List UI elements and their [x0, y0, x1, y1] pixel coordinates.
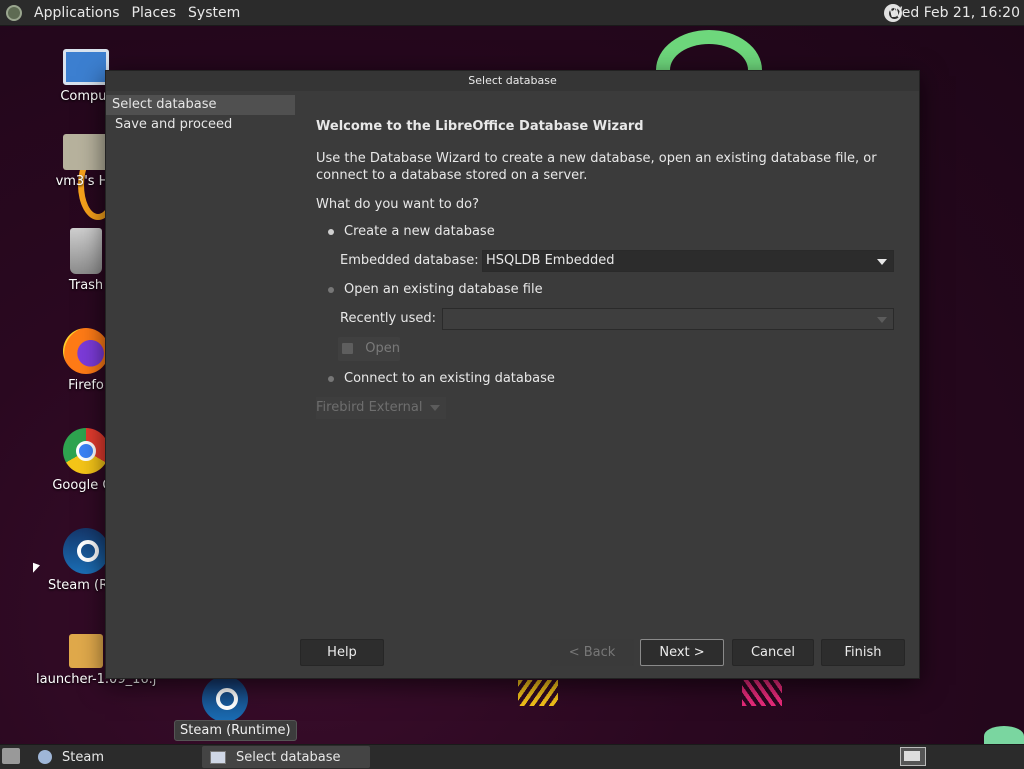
next-button[interactable]: Next >	[640, 639, 724, 666]
window-icon	[210, 750, 226, 764]
wallpaper-decoration	[984, 726, 1024, 746]
wallpaper-decoration	[742, 680, 782, 706]
steam-icon	[38, 750, 52, 764]
open-file-button[interactable]: Open	[338, 336, 400, 361]
open-existing-label: Open an existing database file	[344, 282, 543, 297]
chevron-down-icon	[877, 258, 887, 265]
firefox-icon	[63, 328, 109, 374]
wizard-heading: Welcome to the LibreOffice Database Wiza…	[316, 119, 644, 134]
dialog-title[interactable]: Select database	[106, 71, 919, 91]
bottom-panel: Steam Select database	[0, 744, 1024, 769]
finish-button[interactable]: Finish	[821, 639, 905, 666]
computer-icon	[63, 49, 109, 85]
wizard-content: Welcome to the LibreOffice Database Wiza…	[316, 119, 896, 422]
connection-type-value: Firebird External	[316, 399, 423, 415]
menu-places[interactable]: Places	[132, 5, 177, 21]
home-folder-icon	[63, 134, 109, 170]
recently-used-row: Recently used:	[316, 304, 896, 333]
open-button-row: Open	[316, 333, 896, 364]
radio-open-existing[interactable]	[328, 286, 334, 293]
wallpaper-decoration	[518, 680, 558, 706]
taskbar-item-select-database[interactable]: Select database	[202, 746, 370, 768]
wizard-question: What do you want to do?	[316, 197, 480, 212]
connection-type-row: Firebird External	[316, 393, 896, 422]
taskbar-item-label: Steam	[62, 749, 104, 765]
radio-create-new[interactable]	[328, 228, 334, 235]
mouse-cursor-icon	[33, 562, 40, 576]
embedded-database-value: HSQLDB Embedded	[486, 252, 615, 268]
create-new-database-option[interactable]: Create a new database	[316, 217, 896, 246]
steam-icon	[202, 676, 248, 722]
show-desktop-icon[interactable]	[2, 748, 20, 764]
back-button[interactable]: < Back	[550, 639, 634, 666]
taskbar-item-steam[interactable]: Steam	[30, 746, 198, 768]
menu-system[interactable]: System	[188, 5, 240, 21]
radio-connect-existing[interactable]	[328, 375, 334, 382]
connect-existing-option[interactable]: Connect to an existing database	[316, 364, 896, 393]
trash-icon	[70, 228, 102, 274]
open-button-label: Open	[365, 341, 400, 356]
cancel-button[interactable]: Cancel	[732, 639, 814, 666]
package-icon	[69, 634, 103, 668]
help-button[interactable]: Help	[300, 639, 384, 666]
step-select-database[interactable]: Select database	[106, 95, 295, 115]
clock[interactable]: Wed Feb 21, 16:20	[889, 5, 1020, 21]
open-existing-file-option[interactable]: Open an existing database file	[316, 275, 896, 304]
chevron-down-icon	[430, 404, 440, 411]
embedded-database-select[interactable]: HSQLDB Embedded	[482, 249, 894, 272]
recently-used-select[interactable]	[442, 307, 894, 330]
step-save-and-proceed[interactable]: Save and proceed	[106, 115, 295, 135]
workspace-switcher[interactable]	[900, 747, 926, 766]
wizard-steps: Select database Save and proceed	[106, 95, 295, 135]
create-new-label: Create a new database	[344, 224, 495, 239]
connection-type-select[interactable]: Firebird External	[316, 396, 446, 419]
tooltip: Steam (Runtime)	[174, 720, 297, 741]
menu-applications[interactable]: Applications	[34, 5, 120, 21]
embedded-database-label: Embedded database:	[340, 253, 479, 268]
distro-logo-icon[interactable]	[6, 4, 22, 21]
chevron-down-icon	[877, 316, 887, 323]
top-panel: Applications Places System Wed Feb 21, 1…	[0, 0, 1024, 26]
wizard-intro: Use the Database Wizard to create a new …	[316, 151, 877, 183]
folder-icon	[342, 343, 354, 354]
taskbar-item-label: Select database	[236, 749, 341, 765]
steam-icon	[63, 528, 109, 574]
chrome-icon	[63, 428, 109, 474]
database-wizard-dialog: Select database Select database Save and…	[105, 70, 920, 679]
embedded-database-row: Embedded database: HSQLDB Embedded	[316, 246, 896, 275]
connect-existing-label: Connect to an existing database	[344, 371, 555, 386]
